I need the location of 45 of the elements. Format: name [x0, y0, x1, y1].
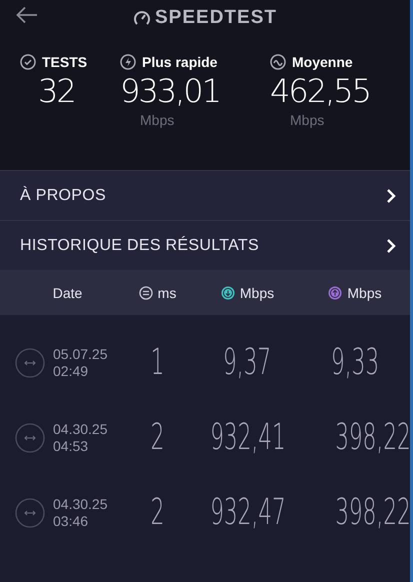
result-time: 04:53: [53, 438, 90, 454]
upload-icon: [328, 286, 342, 300]
nav-label: HISTORIQUE DES RÉSULTATS: [20, 236, 259, 254]
result-date: 04.30.25: [53, 420, 108, 438]
stat-label: TESTS: [42, 54, 88, 70]
back-arrow-icon[interactable]: [16, 6, 38, 24]
stat-value: 933,01: [120, 71, 220, 112]
download-value: 932,47: [210, 492, 286, 533]
stat-unit: Mbps: [140, 112, 174, 128]
stat-value: 462,55: [270, 71, 370, 112]
ping-value: 1: [150, 342, 164, 383]
chevron-right-icon: [386, 238, 396, 254]
nav-label: À PROPOS: [20, 186, 106, 204]
upload-value: 9,33: [330, 342, 380, 383]
result-date: 04.30.25: [53, 496, 108, 512]
gauge-icon: [133, 9, 151, 27]
download-value: 9,37: [223, 342, 272, 383]
logo-text: SPEEDTEST: [155, 7, 277, 29]
stat-label: Plus rapide: [142, 54, 218, 70]
connection-icon: [15, 422, 45, 452]
column-label: ms: [158, 284, 176, 300]
stat-label: Moyenne: [292, 54, 353, 70]
connection-icon: [15, 348, 45, 378]
ping-value: 2: [150, 492, 164, 533]
download-icon: [220, 286, 235, 300]
chevron-right-icon: [386, 188, 396, 204]
wave-icon: [270, 54, 286, 70]
ping-icon: [138, 286, 153, 300]
bolt-icon: [120, 54, 136, 70]
connection-icon: [15, 498, 45, 528]
ping-value: 2: [150, 417, 164, 458]
download-value: 932,41: [210, 417, 286, 458]
result-time: 02:49: [53, 362, 90, 380]
check-icon: [20, 54, 36, 70]
nav-row[interactable]: HISTORIQUE DES RÉSULTATS: [0, 220, 410, 270]
upload-value: 398,22: [335, 417, 411, 458]
column-label: Mbps: [240, 284, 274, 300]
stat-value: 32: [38, 71, 75, 112]
column-label: Date: [52, 284, 82, 300]
nav-row[interactable]: À PROPOS: [0, 170, 410, 220]
upload-value: 398,22: [335, 492, 411, 533]
result-time: 03:46: [53, 512, 90, 530]
result-date: 05.07.25: [53, 346, 108, 362]
column-label: Mbps: [347, 284, 382, 300]
stat-unit: Mbps: [290, 112, 324, 128]
